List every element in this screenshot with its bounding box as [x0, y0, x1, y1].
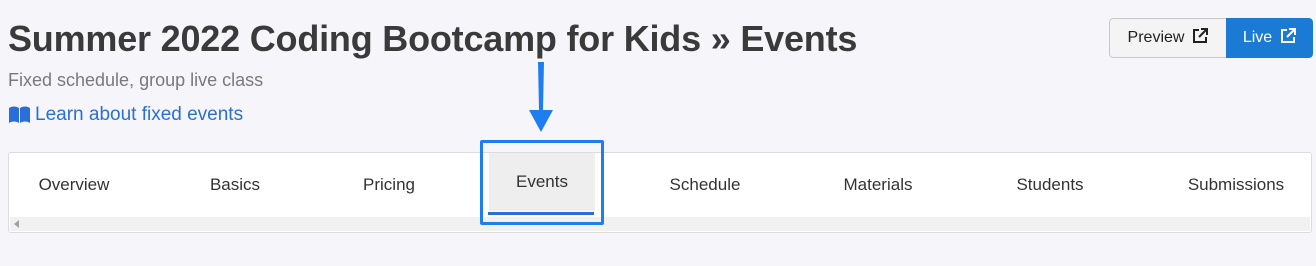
learn-about-fixed-events-link[interactable]: Learn about fixed events: [8, 104, 243, 126]
learn-link-label: Learn about fixed events: [35, 104, 244, 125]
tabs-bar: Overview Basics Pricing Events Schedule …: [8, 152, 1312, 233]
external-link-icon: [1192, 27, 1209, 49]
preview-button[interactable]: Preview: [1109, 18, 1226, 58]
page-title: Summer 2022 Coding Bootcamp for Kids » E…: [8, 18, 858, 59]
horizontal-scrollbar[interactable]: [10, 217, 1310, 231]
scroll-left-arrow-icon[interactable]: [14, 220, 19, 228]
external-link-icon: [1280, 27, 1297, 49]
tab-basics[interactable]: Basics: [179, 153, 291, 217]
live-button-label: Live: [1242, 29, 1273, 46]
live-button[interactable]: Live: [1226, 18, 1313, 58]
view-button-group: Preview Live: [1109, 18, 1313, 58]
book-icon: [8, 106, 31, 124]
tab-students[interactable]: Students: [994, 153, 1106, 217]
tab-materials[interactable]: Materials: [822, 153, 934, 217]
tab-submissions[interactable]: Submissions: [1171, 153, 1301, 217]
page-subtitle: Fixed schedule, group live class: [8, 70, 264, 90]
tab-schedule[interactable]: Schedule: [649, 153, 761, 217]
preview-button-label: Preview: [1127, 29, 1185, 46]
events-tab-highlight: [480, 140, 604, 225]
pointer-arrow-icon: [527, 62, 555, 139]
tab-pricing[interactable]: Pricing: [333, 153, 445, 217]
tab-overview[interactable]: Overview: [19, 153, 129, 217]
